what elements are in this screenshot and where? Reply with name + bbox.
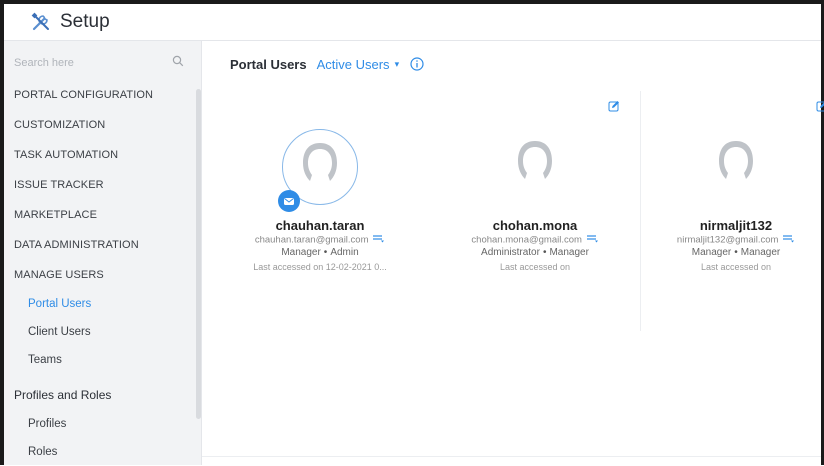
avatar	[499, 129, 571, 201]
sidebar-item-customization[interactable]: CUSTOMIZATION	[4, 110, 196, 140]
tools-icon	[30, 11, 52, 33]
main-content: Portal Users Active Users ▾ chauhan.tara…	[202, 41, 824, 465]
avatar-placeholder-icon	[512, 137, 558, 194]
avatar-placeholder-icon	[297, 139, 343, 196]
user-card[interactable]: chohan.mona chohan.mona@gmail.com Admini…	[430, 91, 640, 331]
user-name[interactable]: chauhan.taran	[210, 218, 430, 233]
sidebar-group-profiles-and-roles[interactable]: Profiles and Roles	[4, 380, 196, 410]
user-profile: Manager	[740, 247, 781, 258]
avatar	[700, 129, 772, 201]
app-title: Setup	[60, 11, 110, 32]
user-last-access: Last accessed on 12-02-2021 0...	[253, 262, 387, 272]
sidebar-item-issue-tracker[interactable]: ISSUE TRACKER	[4, 170, 196, 200]
page-title: Portal Users	[230, 56, 307, 72]
separator-dot: •	[542, 247, 547, 258]
sidebar-search	[14, 51, 184, 75]
user-card[interactable]: chauhan.taran chauhan.taran@gmail.com Ma…	[210, 91, 430, 331]
search-icon[interactable]	[172, 54, 184, 72]
user-filter-dropdown[interactable]: Active Users ▾	[317, 57, 400, 72]
sidebar-scrollbar[interactable]	[196, 89, 201, 419]
sidebar-nav: PORTAL CONFIGURATION CUSTOMIZATION TASK …	[4, 80, 196, 466]
info-icon[interactable]	[409, 56, 425, 72]
user-email: chauhan.taran@gmail.com	[254, 234, 369, 246]
user-email: chohan.mona@gmail.com	[471, 234, 582, 246]
user-email-line: chauhan.taran@gmail.com	[210, 234, 430, 246]
user-name[interactable]: nirmaljit132	[641, 218, 824, 233]
sidebar-item-profiles[interactable]: Profiles	[4, 410, 196, 438]
search-input[interactable]	[14, 57, 154, 69]
user-last-access: Last accessed on	[700, 262, 772, 272]
sidebar-item-task-automation[interactable]: TASK AUTOMATION	[4, 140, 196, 170]
user-filter-value: Active Users	[316, 56, 390, 72]
page-header: Portal Users Active Users ▾	[230, 53, 425, 75]
user-card[interactable]: nirmaljit132 nirmaljit132@gmail.com Mana…	[640, 91, 824, 331]
user-roles: Manager • Manager	[641, 247, 824, 258]
user-email-line: chohan.mona@gmail.com	[430, 234, 640, 246]
mail-icon[interactable]	[373, 234, 385, 246]
content-divider	[202, 456, 821, 457]
user-profile: Admin	[330, 247, 359, 258]
sidebar-item-teams[interactable]: Teams	[4, 346, 196, 374]
sidebar-item-portal-users[interactable]: Portal Users	[4, 290, 196, 318]
sidebar-item-roles[interactable]: Roles	[4, 438, 196, 466]
edit-icon[interactable]	[816, 99, 824, 112]
user-email-line: nirmaljit132@gmail.com	[641, 234, 824, 246]
user-name[interactable]: chohan.mona	[430, 218, 640, 233]
user-role: Administrator	[481, 247, 540, 258]
user-role: Manager	[691, 247, 732, 258]
sidebar-item-client-users[interactable]: Client Users	[4, 318, 196, 346]
mail-icon[interactable]	[586, 234, 599, 246]
avatar-placeholder-icon	[713, 137, 759, 194]
separator-dot: •	[734, 247, 738, 258]
mail-icon[interactable]	[783, 234, 795, 246]
user-roles: Administrator • Manager	[430, 247, 640, 258]
chevron-down-icon: ▾	[394, 58, 400, 69]
user-email: nirmaljit132@gmail.com	[676, 234, 779, 246]
sidebar-item-manage-users[interactable]: MANAGE USERS	[4, 260, 196, 290]
portal-badge-icon	[278, 190, 300, 212]
user-roles: Manager • Admin	[210, 247, 430, 258]
user-role: Manager	[281, 247, 321, 258]
top-bar: Setup	[4, 4, 821, 41]
user-last-access: Last accessed on	[499, 262, 571, 272]
user-profile: Manager	[549, 247, 589, 258]
sidebar-item-portal-configuration[interactable]: PORTAL CONFIGURATION	[4, 80, 196, 110]
sidebar-item-marketplace[interactable]: MARKETPLACE	[4, 200, 196, 230]
sidebar: PORTAL CONFIGURATION CUSTOMIZATION TASK …	[4, 41, 202, 465]
edit-icon[interactable]	[608, 99, 620, 112]
separator-dot: •	[323, 247, 328, 258]
sidebar-item-data-administration[interactable]: DATA ADMINISTRATION	[4, 230, 196, 260]
